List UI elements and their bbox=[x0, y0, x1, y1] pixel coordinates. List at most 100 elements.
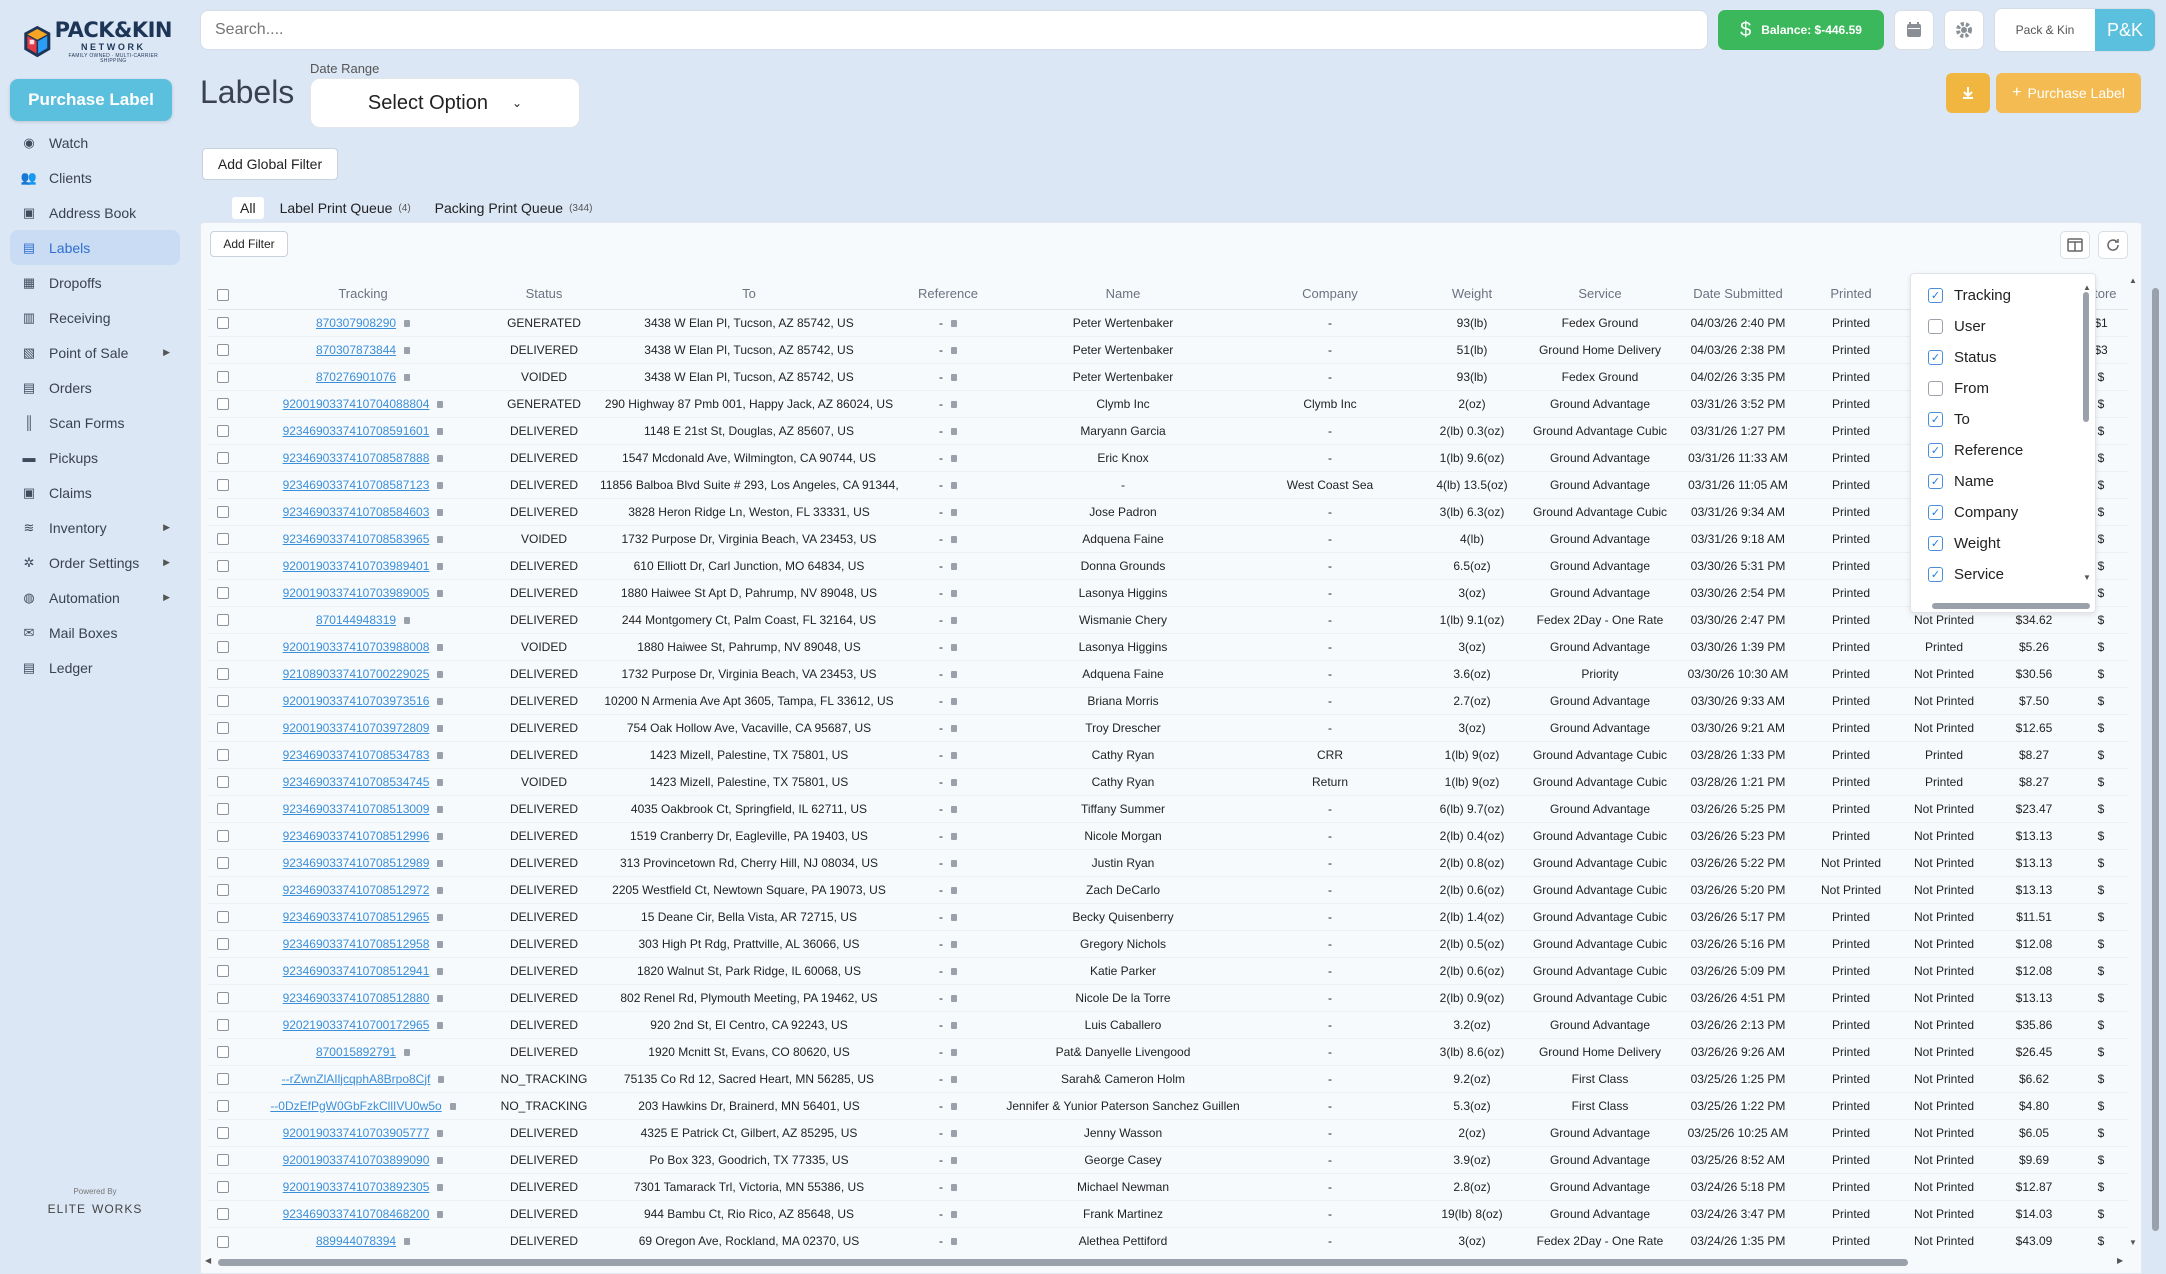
copy-icon[interactable] bbox=[437, 859, 444, 867]
row-checkbox[interactable] bbox=[217, 1181, 229, 1194]
calendar-button[interactable] bbox=[1894, 10, 1934, 50]
column-checkbox[interactable]: ✓ bbox=[1928, 412, 1943, 427]
table-row[interactable]: 9234690337410708468200 DELIVERED 944 Bambu… bbox=[208, 1199, 2128, 1227]
row-checkbox[interactable] bbox=[217, 371, 229, 384]
search-input[interactable] bbox=[200, 10, 1708, 50]
add-filter-button[interactable]: Add Filter bbox=[210, 231, 288, 257]
table-row[interactable]: 870144948319 DELIVERED 244 Montgomery Ct, … bbox=[208, 605, 2128, 633]
column-toggle-to[interactable]: ✓ To bbox=[1911, 404, 2095, 435]
tracking-link[interactable]: 9202190337410700172965 bbox=[238, 1010, 488, 1038]
copy-icon[interactable] bbox=[951, 400, 957, 408]
row-checkbox[interactable] bbox=[217, 911, 229, 924]
row-checkbox[interactable] bbox=[217, 506, 229, 519]
copy-icon[interactable] bbox=[951, 967, 957, 975]
tab-label-print-queue[interactable]: Label Print Queue (4) bbox=[280, 197, 411, 219]
copy-icon[interactable] bbox=[449, 1102, 456, 1110]
row-checkbox[interactable] bbox=[217, 398, 229, 411]
scroll-left-arrow-icon[interactable]: ◀ bbox=[205, 1256, 211, 1265]
column-header[interactable]: Service bbox=[1532, 279, 1668, 309]
table-row[interactable]: 9234690337410708583965 VOIDED 1732 Purpose… bbox=[208, 524, 2128, 552]
column-menu-scroll-down-icon[interactable]: ▼ bbox=[2083, 573, 2091, 582]
table-row[interactable]: 9234690337410708513009 DELIVERED 4035 Oakb… bbox=[208, 794, 2128, 822]
sidebar-item-inventory[interactable]: ≋ Inventory ▶ bbox=[10, 510, 180, 545]
tracking-link[interactable]: 9234690337410708468200 bbox=[238, 1199, 488, 1227]
row-checkbox[interactable] bbox=[217, 803, 229, 816]
copy-icon[interactable] bbox=[437, 589, 444, 597]
copy-icon[interactable] bbox=[404, 1048, 411, 1056]
column-header[interactable]: To bbox=[600, 279, 898, 309]
table-row[interactable]: 9234690337410708534783 DELIVERED 1423 Mize… bbox=[208, 740, 2128, 768]
row-checkbox[interactable] bbox=[217, 695, 229, 708]
copy-icon[interactable] bbox=[404, 616, 411, 624]
row-checkbox[interactable] bbox=[217, 1235, 229, 1248]
copy-icon[interactable] bbox=[951, 697, 957, 705]
copy-icon[interactable] bbox=[951, 994, 957, 1002]
tracking-link[interactable]: 9234690337410708513009 bbox=[238, 794, 488, 822]
sidebar-item-labels[interactable]: ▤ Labels bbox=[10, 230, 180, 265]
copy-icon[interactable] bbox=[951, 481, 957, 489]
column-header[interactable]: Printed bbox=[1808, 279, 1894, 309]
column-toggle-tracking[interactable]: ✓ Tracking bbox=[1911, 280, 2095, 311]
table-row[interactable]: 9234690337410708587123 DELIVERED 11856 Bal… bbox=[208, 470, 2128, 498]
copy-icon[interactable] bbox=[437, 778, 444, 786]
table-row[interactable]: 9234690337410708587888 DELIVERED 1547 Mcdo… bbox=[208, 443, 2128, 471]
table-row[interactable]: 9234690337410708512989 DELIVERED 313 Provi… bbox=[208, 848, 2128, 876]
column-toggle-company[interactable]: ✓ Company bbox=[1911, 497, 2095, 528]
table-row[interactable]: 870276901076 VOIDED 3438 W Elan Pl, Tucson… bbox=[208, 362, 2128, 390]
sidebar-item-ledger[interactable]: ▤ Ledger bbox=[10, 650, 180, 685]
copy-icon[interactable] bbox=[951, 643, 957, 651]
row-checkbox[interactable] bbox=[217, 749, 229, 762]
column-menu-scrollbar[interactable] bbox=[2083, 292, 2089, 422]
tracking-link[interactable]: 870144948319 bbox=[238, 605, 488, 633]
copy-icon[interactable] bbox=[404, 1238, 411, 1246]
copy-icon[interactable] bbox=[437, 1156, 444, 1164]
table-row[interactable]: 9202190337410700172965 DELIVERED 920 2nd S… bbox=[208, 1010, 2128, 1038]
copy-icon[interactable] bbox=[404, 319, 411, 327]
column-toggle-service[interactable]: ✓ Service bbox=[1911, 559, 2095, 590]
table-row[interactable]: 9234690337410708512958 DELIVERED 303 High … bbox=[208, 929, 2128, 957]
sidebar-item-receiving[interactable]: ▥ Receiving bbox=[10, 300, 180, 335]
tracking-link[interactable]: 9200190337410703892305 bbox=[238, 1172, 488, 1200]
tracking-link[interactable]: 9200190337410703905777 bbox=[238, 1118, 488, 1146]
copy-icon[interactable] bbox=[951, 670, 957, 678]
copy-icon[interactable] bbox=[437, 1183, 444, 1191]
copy-icon[interactable] bbox=[437, 832, 444, 840]
table-row[interactable]: 9234690337410708512880 DELIVERED 802 Renel… bbox=[208, 983, 2128, 1011]
copy-icon[interactable] bbox=[437, 913, 444, 921]
column-toggle-from[interactable]: From bbox=[1911, 373, 2095, 404]
tracking-link[interactable]: 889944078394 bbox=[238, 1226, 488, 1253]
copy-icon[interactable] bbox=[437, 994, 444, 1002]
columns-toggle-button[interactable] bbox=[2060, 231, 2090, 259]
tracking-link[interactable]: 9200190337410703899090 bbox=[238, 1145, 488, 1173]
table-row[interactable]: 9200190337410703899090 DELIVERED Po Box 32… bbox=[208, 1145, 2128, 1173]
copy-icon[interactable] bbox=[437, 1021, 444, 1029]
row-checkbox[interactable] bbox=[217, 938, 229, 951]
copy-icon[interactable] bbox=[437, 1210, 444, 1218]
scroll-down-arrow-icon[interactable]: ▼ bbox=[2129, 1238, 2137, 1247]
row-checkbox[interactable] bbox=[217, 533, 229, 546]
tracking-link[interactable]: 9234690337410708591601 bbox=[238, 416, 488, 444]
tracking-link[interactable]: 9234690337410708584603 bbox=[238, 497, 488, 525]
tracking-link[interactable]: 9234690337410708587888 bbox=[238, 443, 488, 471]
table-row[interactable]: 9234690337410708512972 DELIVERED 2205 West… bbox=[208, 875, 2128, 903]
download-button[interactable] bbox=[1946, 73, 1990, 113]
column-header[interactable]: Status bbox=[488, 279, 600, 309]
row-checkbox[interactable] bbox=[217, 1208, 229, 1221]
copy-icon[interactable] bbox=[437, 535, 444, 543]
column-checkbox[interactable]: ✓ bbox=[1928, 288, 1943, 303]
sidebar-item-orders[interactable]: ▤ Orders bbox=[10, 370, 180, 405]
copy-icon[interactable] bbox=[951, 346, 957, 354]
vertical-scrollbar[interactable] bbox=[2152, 288, 2159, 1231]
copy-icon[interactable] bbox=[437, 940, 444, 948]
table-row[interactable]: 9200190337410703973516 DELIVERED 10200 N A… bbox=[208, 686, 2128, 714]
copy-icon[interactable] bbox=[951, 508, 957, 516]
sidebar-item-order-settings[interactable]: ✲ Order Settings ▶ bbox=[10, 545, 180, 580]
tracking-link[interactable]: 870276901076 bbox=[238, 362, 488, 390]
copy-icon[interactable] bbox=[951, 805, 957, 813]
sidebar-item-dropoffs[interactable]: ▦ Dropoffs bbox=[10, 265, 180, 300]
copy-icon[interactable] bbox=[437, 643, 444, 651]
copy-icon[interactable] bbox=[437, 805, 444, 813]
row-checkbox[interactable] bbox=[217, 560, 229, 573]
column-header[interactable]: Weight bbox=[1412, 279, 1532, 309]
settings-button[interactable] bbox=[1944, 10, 1984, 50]
